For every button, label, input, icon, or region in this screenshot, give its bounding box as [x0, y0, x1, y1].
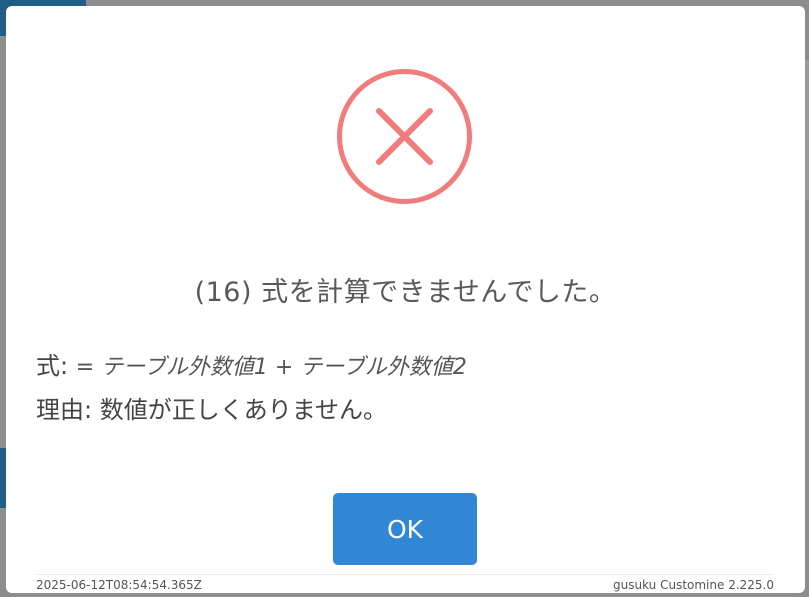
dialog-title: (16) 式を計算できませんでした。: [194, 277, 617, 308]
formula-line: 式: = テーブル外数値1 + テーブル外数値2: [36, 346, 467, 381]
reason-label: 理由:: [36, 396, 100, 424]
error-dialog: (16) 式を計算できませんでした。 式: = テーブル外数値1 + テーブル外…: [6, 6, 805, 593]
dialog-footer: 2025-06-12T08:54:54.365Z gusuku Customin…: [36, 574, 774, 593]
formula-text: = テーブル外数値1 + テーブル外数値2: [75, 355, 467, 380]
footer-version: gusuku Customine 2.225.0: [613, 578, 774, 592]
reason-text: 数値が正しくありません。: [99, 396, 387, 424]
reason-line: 理由: 数値が正しくありません。: [36, 390, 387, 425]
footer-timestamp: 2025-06-12T08:54:54.365Z: [36, 578, 202, 592]
error-x-circle-icon: [337, 69, 472, 204]
ok-button[interactable]: OK: [333, 493, 477, 565]
formula-label: 式:: [36, 352, 76, 380]
background-right-strip: [805, 60, 809, 200]
